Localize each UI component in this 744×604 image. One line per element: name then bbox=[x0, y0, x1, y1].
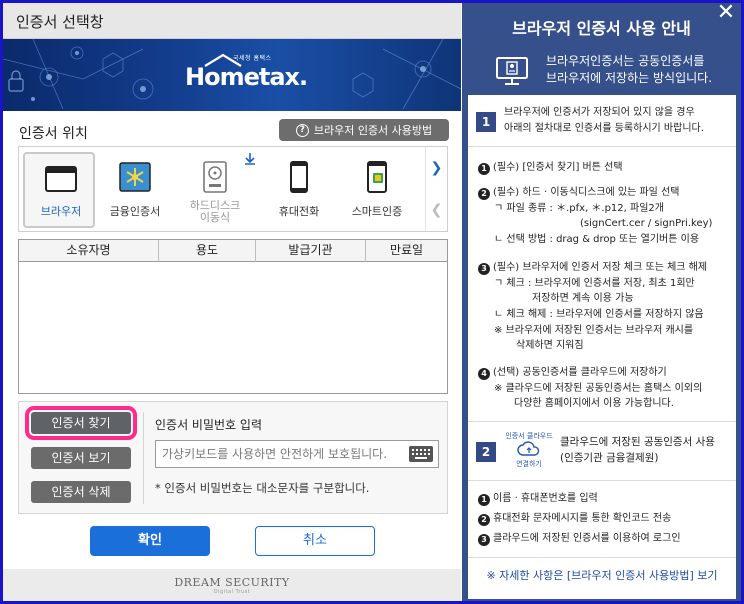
certificate-window: 인증서 선택창 국세청 홈택스 Hometax. 인증서 위치 ? 브라우저 인… bbox=[3, 1, 741, 601]
download-icon bbox=[245, 153, 255, 165]
guide-step-2a: ㄱ 파일 종류 : ＊.pfx, ＊.p12, 파일2개 bbox=[494, 203, 664, 214]
location-smart-cert[interactable]: 스마트인증 bbox=[341, 152, 413, 228]
password-label: 인증서 비밀번호 입력 bbox=[155, 418, 262, 432]
delete-cert-button[interactable]: 인증서 삭제 bbox=[31, 481, 131, 503]
footer-tagline: Digital Trust bbox=[213, 589, 251, 595]
section-number: 1 bbox=[476, 112, 496, 132]
chevron-right-icon[interactable]: ❯ bbox=[426, 147, 447, 189]
guide-content: 1 브라우저에 인증서가 저장되어 있지 않을 경우 아래의 절차대로 인증서를… bbox=[468, 95, 736, 599]
cancel-button[interactable]: 취소 bbox=[255, 526, 375, 556]
dialog-title: 인증서 선택창 bbox=[16, 13, 104, 31]
browser-cert-help-button[interactable]: ? 브라우저 인증서 사용방법 bbox=[279, 119, 449, 141]
smart-cert-icon bbox=[367, 161, 387, 193]
guide-cloud-step-1: 1 이름 · 휴대폰번호를 입력 bbox=[478, 492, 598, 506]
guide-step-4: 4 (선택) 공동인증서를 클라우드에 저장하기 bbox=[478, 366, 667, 380]
hometax-banner: 국세청 홈택스 Hometax. bbox=[3, 39, 461, 111]
dialog-titlebar: 인증서 선택창 bbox=[3, 3, 461, 39]
financial-cert-icon bbox=[119, 162, 151, 192]
guide-description: 브라우저인증서는 공동인증서를 브라우저에 저장하는 방식입니다. bbox=[546, 54, 713, 85]
guide-step-3c-cont: 삭제하면 지워짐 bbox=[516, 340, 584, 351]
location-hard-disk[interactable]: 하드디스크 이동식 bbox=[179, 152, 255, 228]
section-number: 2 bbox=[476, 442, 496, 462]
monitor-cert-icon bbox=[496, 57, 528, 85]
guide-step-3a-cont: 저장하면 계속 이용 가능 bbox=[532, 293, 634, 304]
cloud-icon bbox=[517, 441, 540, 456]
hometax-logo: 국세청 홈택스 Hometax. bbox=[185, 53, 308, 91]
virtual-keyboard-icon[interactable] bbox=[409, 446, 433, 462]
find-cert-button[interactable]: 인증서 찾기 bbox=[25, 406, 137, 440]
guide-step-2a-files: (signCert.cer / signPri.key) bbox=[580, 218, 713, 229]
col-expiry: 만료일 bbox=[389, 243, 424, 257]
cert-cloud-connect-badge[interactable]: 인증서 클라우드 연결하기 bbox=[504, 431, 554, 475]
dialog-footer: DREAM SECURITY Digital Trust bbox=[3, 569, 461, 601]
location-browser[interactable]: 브라우저 bbox=[23, 152, 95, 228]
col-usage: 용도 bbox=[159, 240, 256, 262]
location-financial-cert[interactable]: 금융인증서 bbox=[99, 152, 171, 228]
guide-more-link[interactable]: ※ 자세한 사항은 [브라우저 인증서 사용방법] 보기 bbox=[468, 567, 736, 583]
guide-cloud-step-2: 2 휴대전화 문자메시지를 통한 확인코드 전송 bbox=[478, 512, 671, 526]
guide-step-3: 3 (필수) 브라우저에 인증서 저장 체크 또는 체크 해제 bbox=[478, 261, 707, 275]
col-owner: 소유자명 bbox=[19, 240, 159, 262]
cert-location-selector: 브라우저 금융인증서 하드디스크 이동식 휴대전화 스마트인증 ❯ ❮ bbox=[18, 146, 448, 232]
guide-title: 브라우저 인증서 사용 안내 bbox=[512, 19, 691, 38]
ok-button[interactable]: 확인 bbox=[90, 526, 210, 556]
hard-disk-icon bbox=[203, 161, 227, 193]
question-icon: ? bbox=[295, 123, 309, 137]
view-cert-button[interactable]: 인증서 보기 bbox=[31, 447, 131, 469]
certificate-list[interactable]: 소유자명 용도 발급기관 만료일 bbox=[18, 239, 448, 394]
browser-cert-guide-panel: ✕ 브라우저 인증서 사용 안내 브라우저인증서는 공동인증서를 브라우저에 저… bbox=[462, 1, 741, 601]
certificate-dialog: 인증서 선택창 국세청 홈택스 Hometax. 인증서 위치 ? 브라우저 인… bbox=[3, 3, 461, 601]
cert-password-input[interactable] bbox=[155, 440, 439, 468]
guide-step-2: 2 (필수) 하드 · 이동식디스크에 있는 파일 선택 bbox=[478, 186, 679, 200]
location-mobile-phone[interactable]: 휴대전화 bbox=[263, 152, 335, 228]
cert-action-panel: 인증서 찾기 인증서 보기 인증서 삭제 인증서 비밀번호 입력 * 인증서 비… bbox=[18, 401, 448, 514]
guide-cloud-step-3: 3 클라우드에 저장된 인증서를 이용하여 로그인 bbox=[478, 532, 681, 546]
browser-window-icon bbox=[45, 166, 77, 192]
device-scroll: ❯ ❮ bbox=[425, 147, 447, 231]
divider bbox=[468, 557, 736, 558]
guide-step-2b: ㄴ 선택 방법 : drag & drop 또는 열기버튼 이용 bbox=[494, 234, 700, 245]
guide-step-3c: ※ 브라우저에 저장된 인증서는 브라우저 캐시를 bbox=[494, 325, 694, 336]
dreamsecurity-logo: DREAM SECURITY bbox=[174, 576, 290, 589]
cert-list-header: 소유자명 용도 발급기관 만료일 bbox=[19, 240, 447, 262]
chevron-left-icon[interactable]: ❮ bbox=[426, 189, 447, 231]
divider bbox=[143, 412, 144, 504]
guide-step-4a-cont: 다양한 홈페이지에서 이용 가능합니다. bbox=[514, 398, 674, 409]
guide-step-3a: ㄱ 체크 : 브라우저에 인증서를 저장, 최초 1회만 bbox=[494, 278, 695, 289]
guide-section-1: 1 브라우저에 인증서가 저장되어 있지 않을 경우 아래의 절차대로 인증서를… bbox=[468, 95, 736, 147]
password-case-note: * 인증서 비밀번호는 대소문자를 구분합니다. bbox=[155, 481, 370, 495]
cert-location-title: 인증서 위치 bbox=[19, 126, 88, 142]
guide-step-3b: ㄴ 체크 해제 : 브라우저에 인증서를 저장하지 않음 bbox=[494, 309, 704, 320]
guide-step-4a: ※ 클라우드에 저장된 공동인증서는 홈택스 이외의 bbox=[494, 383, 703, 394]
col-issuer: 발급기관 bbox=[256, 240, 366, 262]
guide-step-1: 1 (필수) [인증서 찾기] 버튼 선택 bbox=[478, 161, 623, 175]
mobile-phone-icon bbox=[290, 161, 308, 193]
